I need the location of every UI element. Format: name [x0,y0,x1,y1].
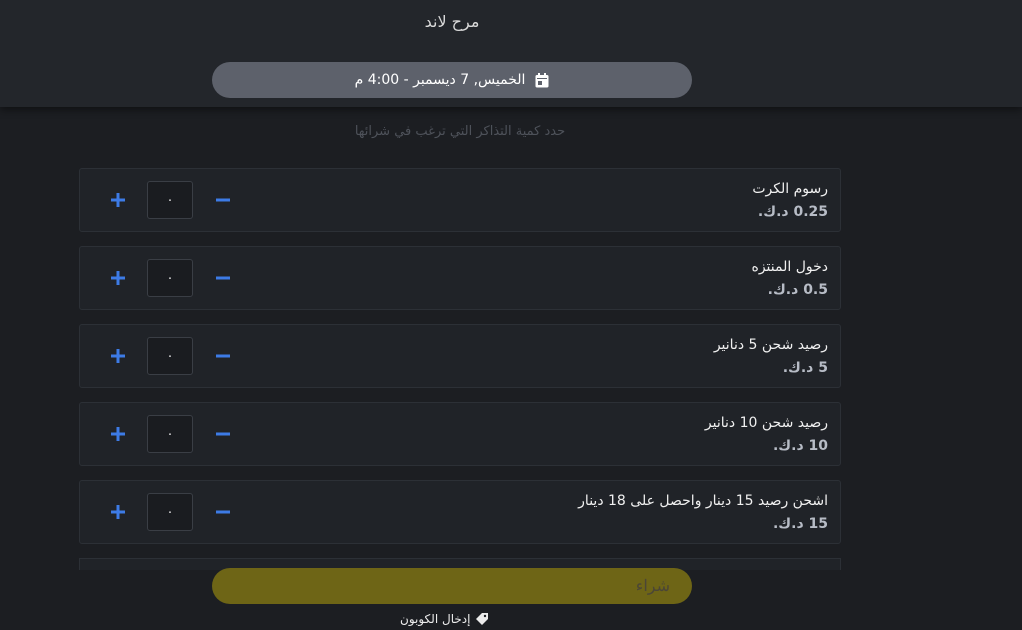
minus-icon [216,354,230,358]
instructions-text: حدد كمية التذاكر التي ترغب في شرائها [354,124,566,139]
decrease-button[interactable] [207,262,239,294]
ticket-name: اشحن رصيد 15 دينار واحصل على 18 دينار [578,493,828,509]
tag-icon [476,613,489,625]
ticket-row-topup-10: رصيد شحن 10 دنانير 10 د.ك. [79,402,841,466]
decrease-button[interactable] [207,496,239,528]
ticket-name: دخول المنتزه [751,259,828,275]
increase-button[interactable] [102,418,134,450]
minus-icon [216,510,230,514]
ticket-row-card-fee: رسوم الكرت 0.25 د.ك. [79,168,841,232]
plus-icon [111,349,125,363]
quantity-input[interactable] [147,337,193,375]
coupon-link[interactable]: إدخال الكوبون [400,612,489,626]
quantity-input[interactable] [147,259,193,297]
ticket-price: 10 د.ك. [772,438,828,454]
ticket-row-topup-15: اشحن رصيد 15 دينار واحصل على 18 دينار 15… [79,480,841,544]
quantity-input[interactable] [147,415,193,453]
plus-icon [111,193,125,207]
ticket-name: رصيد شحن 10 دنانير [704,415,828,431]
header: مرح لاند الخميس, 7 ديسمبر - 4:00 م [0,0,1022,107]
coupon-label: إدخال الكوبون [400,612,471,626]
ticket-row-topup-5: رصيد شحن 5 دنانير 5 د.ك. [79,324,841,388]
ticket-price: 5 د.ك. [782,360,828,376]
ticket-name: رسوم الكرت [752,181,828,197]
ticket-row-park-entry: دخول المنتزه 0.5 د.ك. [79,246,841,310]
increase-button[interactable] [102,340,134,372]
quantity-input[interactable] [147,493,193,531]
plus-icon [111,505,125,519]
calendar-icon [535,72,549,88]
quantity-input[interactable] [147,181,193,219]
decrease-button[interactable] [207,418,239,450]
minus-icon [216,276,230,280]
ticket-price: 15 د.ك. [772,516,828,532]
venue-title: مرح لاند [424,12,480,31]
ticket-price: 0.5 د.ك. [767,282,828,298]
date-selector[interactable]: الخميس, 7 ديسمبر - 4:00 م [212,62,692,98]
ticket-price: 0.25 د.ك. [757,204,828,220]
increase-button[interactable] [102,496,134,528]
buy-button-label: شراء [635,578,670,595]
ticket-name: رصيد شحن 5 دنانير [713,337,828,353]
increase-button[interactable] [102,262,134,294]
minus-icon [216,432,230,436]
increase-button[interactable] [102,184,134,216]
decrease-button[interactable] [207,340,239,372]
date-label: الخميس, 7 ديسمبر - 4:00 م [354,72,526,88]
minus-icon [216,198,230,202]
plus-icon [111,271,125,285]
buy-button[interactable]: شراء [212,568,692,604]
decrease-button[interactable] [207,184,239,216]
plus-icon [111,427,125,441]
